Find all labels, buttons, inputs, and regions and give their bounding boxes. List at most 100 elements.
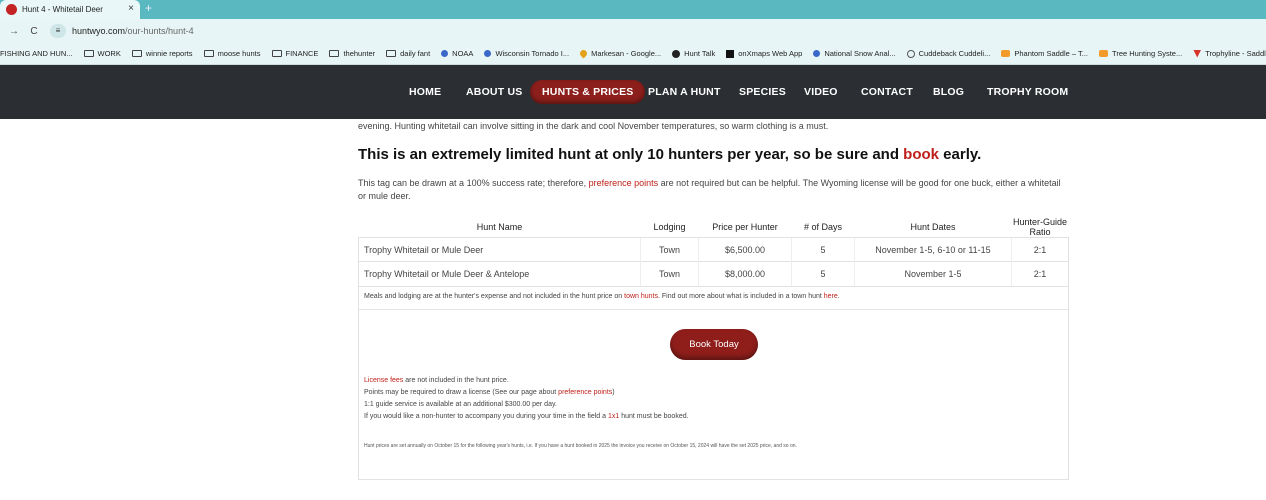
url-path: /our-hunts/hunt-4: [125, 26, 194, 36]
orange-icon: [1099, 50, 1109, 57]
bookmark-item[interactable]: National Snow Anal...: [813, 49, 896, 58]
cell-hunt-dates: November 1-5: [854, 261, 1012, 286]
bookmark-item[interactable]: winnie reports: [131, 49, 193, 58]
bookmark-item[interactable]: Cuddeback Cuddeli...: [906, 49, 991, 58]
cell-ratio: 2:1: [1011, 261, 1069, 286]
main-content: evening. Hunting whitetail can involve s…: [358, 119, 1070, 480]
bookmark-label: Trophyline - Saddle...: [1205, 49, 1266, 58]
page-headline: This is an extremely limited hunt at onl…: [358, 146, 1070, 163]
intro-text: evening. Hunting whitetail can involve s…: [358, 121, 829, 131]
license-fees-note: License fees are not included in the hun…: [364, 377, 509, 384]
new-tab-icon[interactable]: +: [145, 1, 152, 15]
book-today-button[interactable]: Book Today: [670, 328, 758, 360]
tag-description: This tag can be drawn at a 100% success …: [358, 177, 1070, 203]
preference-points-link-2[interactable]: preference points: [558, 389, 612, 396]
1x1-link[interactable]: 1x1: [608, 413, 619, 420]
noaa-icon: [441, 50, 449, 57]
red-icon: [1193, 49, 1202, 58]
orange-icon: [1001, 50, 1011, 57]
here-link[interactable]: here: [824, 293, 838, 300]
bookmark-item[interactable]: Trophyline - Saddle...: [1193, 49, 1266, 58]
cell-lodging: Town: [640, 237, 699, 262]
nav-home[interactable]: HOME: [409, 80, 441, 104]
forward-icon[interactable]: →: [8, 26, 20, 37]
col-ratio: Hunter-Guide Ratio: [1012, 217, 1068, 237]
bookmark-item[interactable]: FISHING AND HUN...: [0, 49, 73, 58]
bookmark-label: FINANCE: [285, 49, 319, 58]
bookmark-label: moose hunts: [217, 49, 261, 58]
headline-end: early.: [939, 146, 982, 163]
bookmarks-bar: FISHING AND HUN... WORK winnie reports moos…: [0, 43, 1266, 65]
bookmark-item[interactable]: thehunter: [329, 49, 375, 58]
cell-ratio: 2:1: [1011, 237, 1069, 262]
points-text-end: ): [612, 388, 615, 396]
bookmark-item[interactable]: NOAA: [441, 49, 473, 58]
folder-icon: [83, 50, 94, 57]
site-info-icon[interactable]: ≡: [50, 24, 66, 38]
reload-icon[interactable]: C: [28, 26, 40, 37]
town-hunts-link[interactable]: town hunts: [624, 293, 658, 300]
nav-contact[interactable]: CONTACT: [861, 80, 913, 104]
bookmark-item[interactable]: moose hunts: [203, 49, 261, 58]
license-fees-text: are not included in the hunt price.: [403, 376, 509, 384]
non-hunter-text: If you would like a non-hunter to accomp…: [364, 412, 608, 420]
headline-text: This is an extremely limited hunt at onl…: [358, 146, 904, 163]
cell-hunt-name: Trophy Whitetail or Mule Deer: [358, 237, 641, 262]
bookmark-label: FISHING AND HUN...: [0, 49, 73, 58]
cell-days: 5: [791, 237, 855, 262]
col-days: # of Days: [803, 222, 843, 232]
close-tab-icon[interactable]: ×: [128, 3, 134, 14]
bookmark-label: thehunter: [343, 49, 376, 58]
bookmark-label: NOAA: [452, 49, 474, 58]
nav-video[interactable]: VIDEO: [804, 80, 838, 104]
guide-service-note: 1:1 guide service is available at an add…: [364, 400, 557, 408]
bookmark-item[interactable]: Markesan - Google...: [578, 48, 662, 59]
bookmark-label: WORK: [97, 49, 121, 58]
bookmark-item[interactable]: Wisconsin Tornado I...: [484, 49, 569, 58]
bookmark-label: Wisconsin Tornado I...: [495, 49, 570, 58]
bookmark-item[interactable]: Phantom Saddle – T...: [1001, 49, 1088, 58]
book-link[interactable]: book: [903, 146, 939, 163]
nav-trophy-room[interactable]: TROPHY ROOM: [987, 80, 1068, 104]
bookmark-label: Hunt Talk: [684, 49, 716, 58]
tab-title: Hunt 4 - Whitetail Deer: [22, 5, 103, 14]
bookmark-label: daily fant: [400, 49, 431, 58]
license-fees-link[interactable]: License fees: [364, 377, 403, 384]
col-price: Price per Hunter: [712, 222, 778, 232]
bookmark-item[interactable]: onXmaps Web App: [726, 49, 802, 58]
nav-plan-a-hunt[interactable]: PLAN A HUNT: [648, 80, 721, 104]
browser-tab-strip: Hunt 4 - Whitetail Deer × +: [0, 0, 1266, 19]
cell-lodging: Town: [640, 261, 699, 286]
maps-icon: [578, 48, 589, 59]
cell-hunt-dates: November 1-5, 6-10 or 11-15: [854, 237, 1012, 262]
nav-species[interactable]: SPECIES: [739, 80, 786, 104]
bookmark-item[interactable]: daily fant: [386, 49, 430, 58]
col-lodging: Lodging: [653, 222, 686, 232]
address-bar: → C ≡ huntwyo.com/our-hunts/hunt-4: [0, 19, 1266, 43]
preference-points-link[interactable]: preference points: [589, 178, 659, 188]
cell-price: $6,500.00: [698, 237, 792, 262]
nav-blog[interactable]: BLOG: [933, 80, 964, 104]
dark-icon: [672, 49, 681, 58]
bookmark-label: onXmaps Web App: [738, 49, 803, 58]
bookmark-label: winnie reports: [145, 49, 193, 58]
points-text: Points may be required to draw a license…: [364, 388, 559, 396]
folder-icon: [203, 50, 214, 57]
bookmark-item[interactable]: FINANCE: [271, 49, 319, 58]
hunt-notes-box: Meals and lodging are at the hunter's ex…: [358, 285, 1069, 480]
bookmark-label: Cuddeback Cuddeli...: [918, 49, 991, 58]
nav-about-us[interactable]: ABOUT US: [466, 80, 522, 104]
bookmark-item[interactable]: Tree Hunting Syste...: [1099, 49, 1182, 58]
nav-hunts-prices[interactable]: HUNTS & PRICES: [530, 80, 646, 104]
browser-tab[interactable]: Hunt 4 - Whitetail Deer ×: [0, 0, 140, 19]
site-favicon-icon: [6, 4, 17, 15]
bookmark-label: Markesan - Google...: [591, 49, 662, 58]
url-field[interactable]: huntwyo.com/our-hunts/hunt-4: [72, 26, 194, 36]
bookmark-item[interactable]: Hunt Talk: [672, 49, 715, 58]
url-domain: huntwyo.com: [72, 26, 126, 36]
bookmark-item[interactable]: WORK: [83, 49, 121, 58]
table-header-row: Hunt Name Lodging Price per Hunter # of …: [359, 217, 1069, 238]
table-row: Trophy Whitetail or Mule Deer Town $6,50…: [358, 237, 1069, 262]
bookmark-label: National Snow Anal...: [824, 49, 896, 58]
bookmark-label: Tree Hunting Syste...: [1112, 49, 1183, 58]
